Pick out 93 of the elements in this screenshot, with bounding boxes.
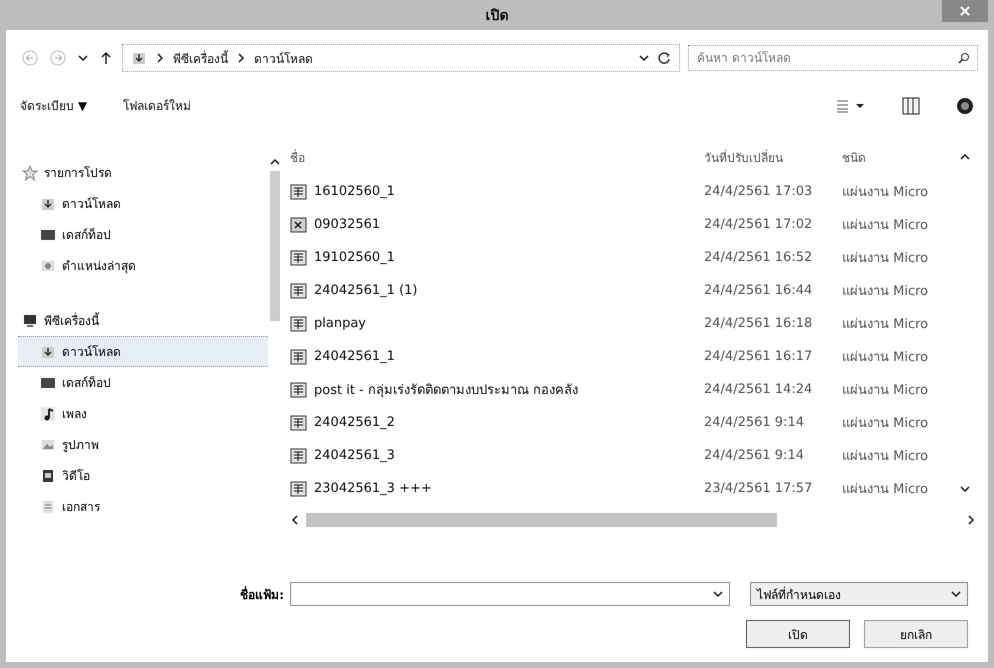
modified-date: 23/4/2561 17:57 — [704, 481, 814, 496]
scroll-up-icon — [270, 157, 280, 167]
column-header[interactable]: ชนิด — [842, 148, 960, 166]
open-button[interactable]: เปิด — [746, 620, 850, 648]
dropdown-caret-icon — [713, 589, 723, 599]
filename-field[interactable] — [290, 582, 730, 606]
sidebar-item[interactable]: ดาวน์โหลด — [18, 336, 268, 367]
video-icon — [40, 468, 56, 484]
close-icon — [960, 6, 970, 16]
dropdown-caret-icon — [639, 53, 649, 63]
close-button[interactable] — [942, 0, 988, 22]
breadcrumb-item[interactable]: พีซีเครื่องนี้ — [173, 48, 228, 68]
file-name[interactable]: post it - กลุ่มเร่งรัดติดตามงบประมาณ กองคลัง — [314, 379, 578, 400]
view-options-icon[interactable] — [836, 98, 866, 114]
file-type: แผ่นงาน Micro — [842, 349, 930, 367]
modified-date: 24/4/2561 9:14 — [704, 448, 805, 463]
cancel-button[interactable]: ยกเลิก — [864, 620, 968, 648]
file-name[interactable]: 16102560_1 — [314, 184, 395, 199]
window-title: เปิด — [486, 7, 508, 26]
spreadsheet-file-icon — [290, 314, 308, 332]
scroll-left-icon — [290, 515, 300, 525]
chevron-icon — [236, 53, 246, 63]
file-type: แผ่นงาน Micro — [842, 415, 930, 433]
sidebar-item[interactable]: เอกสาร — [18, 491, 268, 522]
file-name[interactable]: 19102560_1 — [314, 250, 395, 265]
modified-date: 24/4/2561 9:14 — [704, 415, 805, 430]
computer-icon — [22, 312, 38, 328]
sidebar-item[interactable]: เดสก์ท็อป — [18, 219, 268, 250]
search-field[interactable]: ค้นหา ดาวน์โหลด — [688, 45, 978, 71]
file-type: แผ่นงาน Micro — [842, 481, 930, 499]
modified-date: 24/4/2561 17:02 — [704, 217, 814, 232]
caret-icon — [78, 53, 88, 63]
spreadsheet-file-icon — [290, 446, 308, 464]
spreadsheet-file-icon — [290, 248, 308, 266]
star-icon — [22, 164, 38, 180]
file-type: แผ่นงาน Micro — [842, 250, 930, 268]
sidebar-item[interactable]: เพลง — [18, 398, 268, 429]
modified-date: 24/4/2561 16:52 — [704, 250, 814, 265]
document-folder-icon — [40, 498, 56, 514]
sidebar-item[interactable]: รูปภาพ — [18, 429, 268, 460]
scroll-right-icon — [966, 515, 976, 525]
new-folder-button[interactable]: โฟลเดอร์ใหม่ — [123, 94, 192, 117]
modified-date: 24/4/2561 16:18 — [704, 316, 814, 331]
sidebar-group[interactable]: พีซีเครื่องนี้ — [18, 305, 268, 336]
column-header[interactable]: ชื่อ — [290, 148, 704, 166]
search-icon — [958, 52, 970, 64]
modified-date: 24/4/2561 14:24 — [704, 382, 814, 397]
file-name[interactable]: planpay — [314, 316, 366, 331]
help-icon[interactable] — [956, 96, 974, 114]
file-name[interactable]: 24042561_2 — [314, 415, 395, 430]
spreadsheet-file-icon — [290, 348, 308, 366]
file-name[interactable]: 24042561_1 (1) — [314, 283, 418, 298]
spreadsheet-file-icon — [290, 480, 308, 498]
modified-date: 24/4/2561 16:17 — [704, 349, 814, 364]
spreadsheet-file-icon — [290, 182, 308, 200]
up-arrow-icon — [100, 51, 112, 65]
filename-label: ชื่อแฟ้ม: — [240, 585, 284, 604]
refresh-icon[interactable] — [657, 51, 671, 65]
preview-pane-icon[interactable] — [902, 96, 920, 114]
file-name[interactable]: 09032561 — [314, 217, 380, 232]
sidebar-item[interactable]: เดสก์ท็อป — [18, 367, 268, 398]
file-type: แผ่นงาน Micro — [842, 283, 930, 301]
scroll-down-icon — [960, 484, 970, 494]
file-name[interactable]: 24042561_1 — [314, 349, 395, 364]
file-type-dropdown[interactable]: ไฟล์ที่กำหนดเอง — [750, 582, 968, 606]
modified-date: 24/4/2561 17:03 — [704, 184, 814, 199]
spreadsheet-file-icon — [290, 282, 308, 300]
organize-menu-button[interactable]: จัดระเบียบ ▼ — [20, 94, 88, 117]
file-type: แผ่นงาน Micro — [842, 184, 930, 202]
sidebar-item[interactable]: ดาวน์โหลด — [18, 188, 268, 219]
file-type: แผ่นงาน Micro — [842, 316, 930, 334]
spreadsheet-file-icon — [290, 380, 308, 398]
scrollbar-thumb[interactable] — [270, 171, 280, 321]
scroll-up-icon — [960, 152, 970, 162]
modified-date: 24/4/2561 16:44 — [704, 283, 814, 298]
music-note-icon — [40, 406, 56, 422]
sidebar-group[interactable]: รายการโปรด — [18, 157, 268, 188]
sidebar-item[interactable]: วิดีโอ — [18, 460, 268, 491]
file-name[interactable]: 24042561_3 — [314, 448, 395, 463]
sidebar-item[interactable]: ตำแหน่งล่าสุด — [18, 250, 268, 281]
file-type: แผ่นงาน Micro — [842, 217, 930, 235]
address-bar[interactable]: พีซีเครื่องนี้ ดาวน์โหลด — [122, 44, 680, 72]
file-name[interactable]: 23042561_3 +++ — [314, 481, 432, 496]
download-folder-icon — [131, 50, 147, 66]
dropdown-caret-icon — [951, 589, 961, 599]
scrollbar-thumb[interactable] — [306, 513, 777, 527]
breadcrumb-item[interactable]: ดาวน์โหลด — [254, 48, 313, 68]
column-header[interactable]: วันที่ปรับเปลี่ยน — [704, 148, 842, 166]
spreadsheet-file-icon — [290, 414, 308, 432]
file-type: แผ่นงาน Micro — [842, 382, 930, 400]
file-type: แผ่นงาน Micro — [842, 448, 930, 466]
spreadsheet-file-icon — [290, 216, 308, 234]
chevron-icon — [155, 53, 165, 63]
